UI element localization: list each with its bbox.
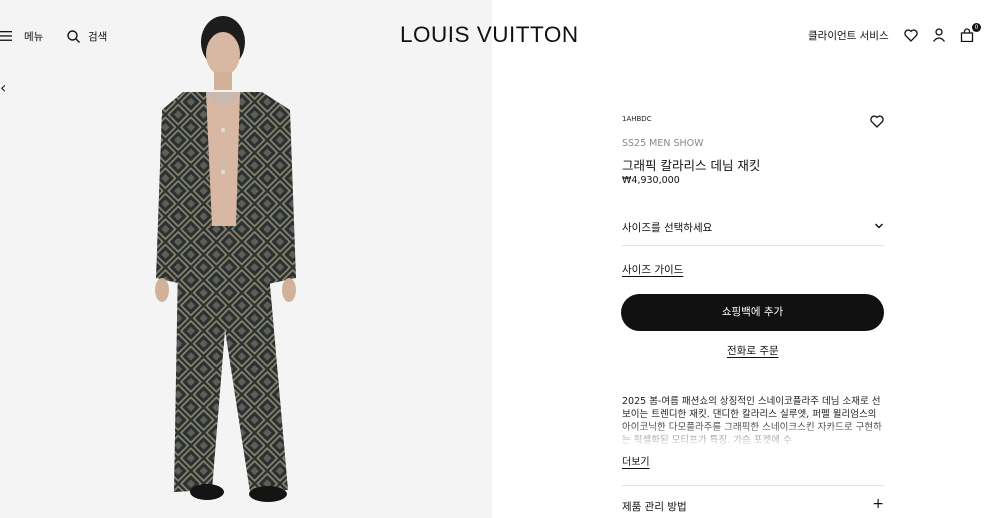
size-selector-label: 사이즈를 선택하세요	[622, 222, 713, 234]
collection-label: SS25 MEN SHOW	[622, 138, 704, 149]
wishlist-button[interactable]	[904, 27, 920, 43]
account-button[interactable]	[932, 27, 948, 43]
brand-logo[interactable]: LOUIS VUITTON	[400, 21, 582, 49]
description-fade	[622, 420, 884, 448]
menu-icon	[0, 31, 12, 41]
menu-button[interactable]: 메뉴	[0, 27, 43, 45]
plus-icon: +	[872, 496, 884, 512]
search-button[interactable]: 검색	[67, 27, 107, 45]
client-service-link[interactable]: 클라이언트 서비스	[808, 28, 889, 43]
size-selector[interactable]: 사이즈를 선택하세요	[622, 208, 884, 246]
care-instructions-accordion[interactable]: 제품 관리 방법 +	[622, 485, 884, 518]
phone-order-link[interactable]: 전화로 주문	[727, 343, 779, 358]
product-price: ₩4,930,000	[622, 175, 680, 186]
read-more-link[interactable]: 더보기	[622, 453, 650, 468]
heart-icon	[870, 115, 884, 128]
add-to-wishlist-button[interactable]	[870, 113, 884, 128]
heart-icon	[904, 29, 918, 42]
size-guide-link[interactable]: 사이즈 가이드	[622, 262, 683, 277]
add-to-bag-button[interactable]: 쇼핑백에 추가	[621, 294, 884, 331]
previous-image-arrow[interactable]: ‹	[0, 80, 12, 96]
search-label: 검색	[88, 30, 108, 43]
product-sku: 1AHBDC	[622, 115, 652, 123]
bag-count-badge: 0	[972, 23, 981, 32]
product-title: 그래픽 칼라리스 데님 재킷	[622, 158, 761, 173]
care-instructions-label: 제품 관리 방법	[622, 501, 687, 513]
product-image	[155, 16, 296, 502]
user-icon	[932, 28, 946, 42]
shopping-bag-button[interactable]: 0	[960, 23, 981, 43]
product-image-panel: ‹	[0, 0, 492, 518]
chevron-down-icon	[875, 223, 883, 229]
search-icon	[67, 29, 80, 43]
menu-label: 메뉴	[24, 30, 44, 43]
site-header: 메뉴 검색 LOUIS VUITTON 클라이언트 서비스 0	[0, 0, 1000, 70]
